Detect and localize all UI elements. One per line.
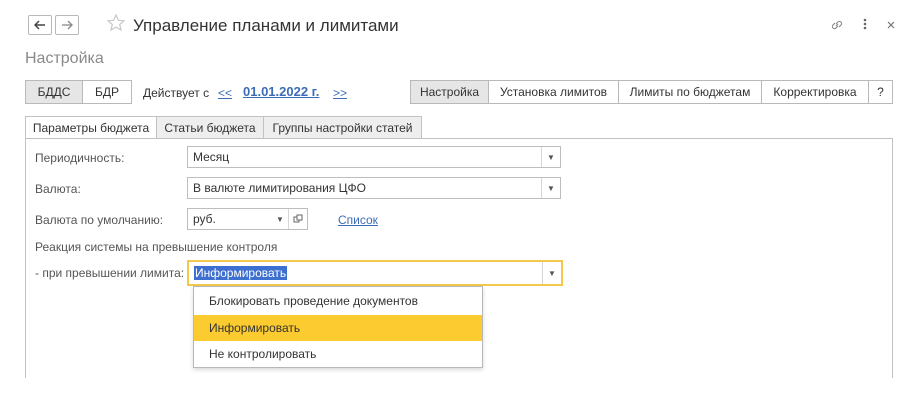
next-period-link[interactable]: >> (333, 86, 347, 100)
currency-select[interactable]: В валюте лимитирования ЦФО ▼ (187, 177, 561, 199)
date-link[interactable]: 01.01.2022 г. (243, 84, 319, 99)
reaction-heading: Реакция системы на превышение контроля (35, 240, 278, 254)
limit-reaction-dropdown: Блокировать проведение документов Информ… (193, 286, 483, 368)
limit-exceed-label: - при превышении лимита: (35, 266, 185, 280)
chevron-down-icon[interactable]: ▼ (542, 262, 561, 284)
back-button[interactable] (28, 15, 52, 35)
currency-label: Валюта: (35, 182, 81, 196)
option-inform[interactable]: Информировать (194, 315, 482, 341)
back-arrow-icon (34, 20, 45, 30)
segment-bdds[interactable]: БДДС (25, 80, 83, 104)
open-icon[interactable] (288, 209, 307, 229)
close-button[interactable] (886, 19, 896, 33)
tab-settings[interactable]: Настройка (410, 80, 489, 104)
help-button[interactable]: ? (868, 80, 893, 104)
prev-period-link[interactable]: << (218, 86, 232, 100)
link-button[interactable] (830, 18, 844, 36)
default-currency-select[interactable]: руб. ▼ (187, 208, 308, 230)
forward-button[interactable] (55, 15, 79, 35)
star-icon (106, 13, 126, 32)
more-button[interactable] (862, 17, 868, 34)
chevron-down-icon[interactable]: ▼ (541, 178, 560, 198)
forward-arrow-icon (62, 20, 73, 30)
chevron-down-icon[interactable]: ▼ (271, 209, 289, 229)
limit-exceed-value[interactable]: Информировать (194, 266, 288, 280)
tab-set-limits[interactable]: Установка лимитов (488, 80, 619, 104)
periodicity-value: Месяц (193, 150, 230, 164)
tab-budget-params[interactable]: Параметры бюджета (25, 116, 157, 139)
currency-value: В валюте лимитирования ЦФО (193, 181, 366, 195)
more-icon (863, 18, 867, 30)
window-title: Управление планами и лимитами (133, 16, 399, 35)
segment-bdr[interactable]: БДР (82, 80, 132, 104)
effective-label: Действует с (143, 86, 210, 100)
link-icon (831, 20, 843, 30)
option-no-control[interactable]: Не контролировать (194, 341, 482, 367)
limit-exceed-select[interactable]: Информировать ▼ (187, 260, 563, 286)
tab-item-groups[interactable]: Группы настройки статей (263, 116, 422, 138)
list-link[interactable]: Список (338, 213, 378, 227)
close-icon (887, 21, 895, 29)
favorite-star-button[interactable] (106, 13, 126, 36)
periodicity-label: Периодичность: (35, 151, 125, 165)
chevron-down-icon[interactable]: ▼ (541, 147, 560, 167)
tab-budget-items[interactable]: Статьи бюджета (156, 116, 264, 138)
periodicity-select[interactable]: Месяц ▼ (187, 146, 561, 168)
tab-correction[interactable]: Корректировка (761, 80, 869, 104)
default-currency-value: руб. (193, 212, 216, 226)
default-currency-label: Валюта по умолчанию: (35, 213, 164, 227)
option-block-documents[interactable]: Блокировать проведение документов (194, 288, 482, 314)
page-subtitle: Настройка (25, 50, 104, 67)
tab-budget-limits[interactable]: Лимиты по бюджетам (618, 80, 762, 104)
